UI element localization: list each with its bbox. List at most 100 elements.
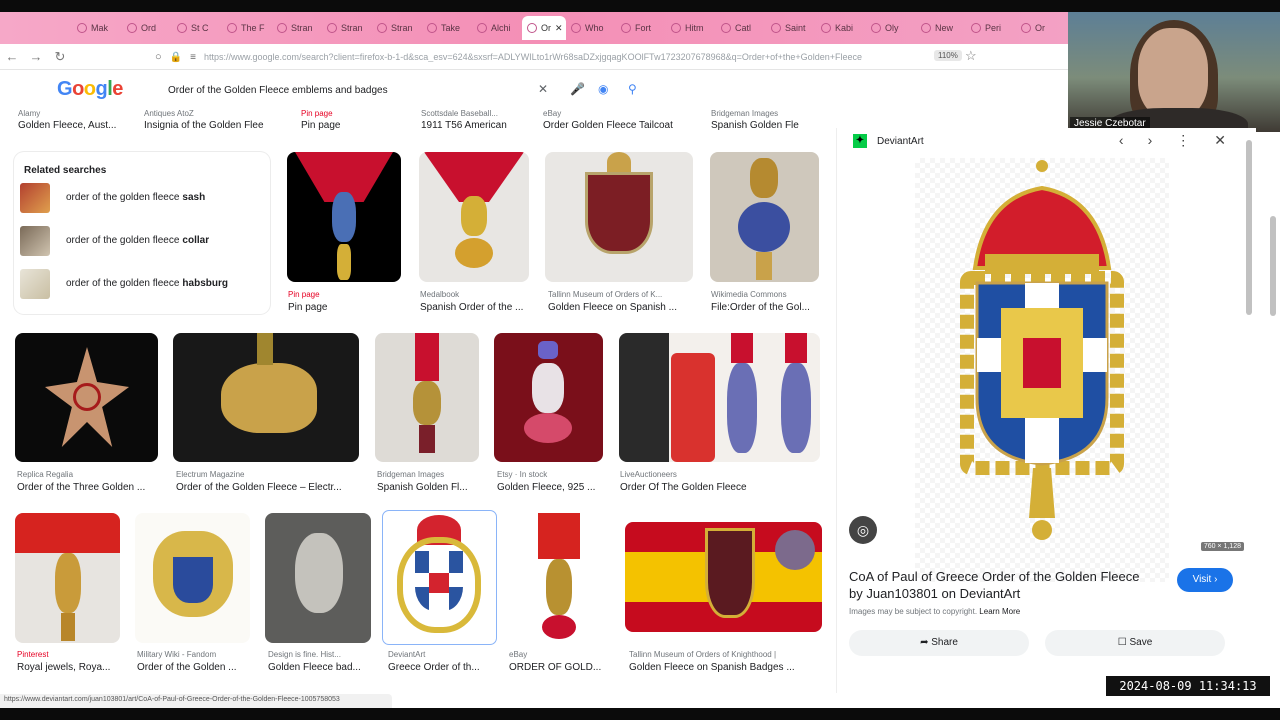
tab-strip: Mak Ord St C The F Stran Stran Stran Take Alchi O… [0, 12, 1070, 44]
result-caption[interactable]: Replica Regalia Order of the Three Golden… [17, 470, 162, 493]
tab-12[interactable]: Hitm [666, 16, 716, 40]
result-caption[interactable]: Tallinn Museum of Orders of Knighthood |… [629, 650, 829, 673]
visit-button[interactable]: Visit › [1177, 568, 1233, 592]
result-caption[interactable]: Medalbook Spanish Order of the ... [420, 290, 540, 313]
result-caption[interactable]: Tallinn Museum of Orders of K... Golden F… [548, 290, 693, 313]
visual-search-icon[interactable]: ◎ [849, 516, 877, 544]
tab-19[interactable]: Or [1016, 16, 1066, 40]
result-caption[interactable]: Military Wiki - Fandom Order of the Golde… [137, 650, 252, 673]
more-options-icon[interactable]: ⋮ [1176, 132, 1190, 149]
tab-5[interactable]: Stran [322, 16, 372, 40]
result-image[interactable] [419, 152, 529, 282]
tab-15[interactable]: Kabi [816, 16, 866, 40]
microphone-icon[interactable]: 🎤 [570, 82, 585, 96]
result-image[interactable] [173, 333, 359, 462]
clear-icon[interactable]: ✕ [538, 82, 548, 96]
zoom-level[interactable]: 110% [934, 50, 962, 61]
preview-title[interactable]: CoA of Paul of Greece Order of the Golde… [849, 568, 1149, 602]
image-preview-panel: ✦ DeviantArt ‹ › ⋮ ✕ ◎ 760 × 1,128 CoA o… [836, 128, 1256, 693]
result-caption[interactable]: Design is fine. Hist... Golden Fleece bad… [268, 650, 376, 673]
share-icon: ➦ [920, 637, 929, 648]
result-image[interactable] [287, 152, 401, 282]
result-image[interactable] [619, 333, 820, 462]
next-icon[interactable]: › [1148, 132, 1153, 149]
tab-6[interactable]: Stran [372, 16, 422, 40]
result-caption[interactable]: Etsy · In stock Golden Fleece, 925 ... [497, 470, 607, 493]
tab-favicon-icon [327, 23, 337, 33]
save-button[interactable]: ☐ Save [1045, 630, 1225, 656]
result-caption[interactable]: LiveAuctioneers Order Of The Golden Fleec… [620, 470, 820, 493]
result-caption[interactable]: DeviantArt Greece Order of th... [388, 650, 494, 673]
tab-0[interactable]: Mak [72, 16, 122, 40]
tab-8[interactable]: Alchi [472, 16, 522, 40]
result-caption[interactable]: Pin page Pin page [288, 290, 408, 313]
tab-3[interactable]: The F [222, 16, 272, 40]
tab-14[interactable]: Saint [766, 16, 816, 40]
result-image[interactable] [135, 513, 250, 643]
panel-source[interactable]: ✦ DeviantArt [853, 134, 924, 148]
lock-icon[interactable]: 🔒 [170, 52, 182, 63]
result-image[interactable] [375, 333, 479, 462]
bottom-band [0, 708, 1280, 720]
shield-icon[interactable]: ○ [155, 51, 162, 63]
preview-image[interactable] [915, 158, 1169, 582]
page-scrollbar[interactable] [1270, 216, 1276, 316]
result-item[interactable]: Bridgeman Images Spanish Golden Fle [711, 109, 799, 131]
tab-13[interactable]: Catl [716, 16, 766, 40]
tab-label: Kabi [835, 23, 854, 33]
result-image[interactable] [625, 522, 822, 632]
tab-favicon-icon [721, 23, 731, 33]
google-logo[interactable]: Google [57, 78, 123, 101]
result-caption[interactable]: Pinterest Royal jewels, Roya... [17, 650, 122, 673]
result-image[interactable] [508, 513, 610, 643]
panel-scrollbar[interactable] [1246, 140, 1252, 315]
result-caption[interactable]: eBay ORDER OF GOLD... [509, 650, 613, 673]
tab-17[interactable]: New [916, 16, 966, 40]
reload-icon[interactable]: ↻ [48, 49, 72, 65]
share-button[interactable]: ➦ Share [849, 630, 1029, 656]
related-item-sash[interactable]: order of the golden fleece sash [14, 176, 270, 219]
tab-4[interactable]: Stran [272, 16, 322, 40]
tab-favicon-icon [377, 23, 387, 33]
tab-favicon-icon [921, 23, 931, 33]
search-icon[interactable]: ⚲ [628, 82, 637, 96]
result-image[interactable] [265, 513, 371, 643]
tab-16[interactable]: Oly [866, 16, 916, 40]
back-icon[interactable]: ← [0, 49, 24, 64]
tab-close-icon[interactable]: ✕ [555, 23, 563, 34]
learn-more-link[interactable]: Learn More [979, 607, 1020, 616]
result-item[interactable]: Scottsdale Baseball... 1911 T56 American [421, 109, 507, 131]
bookmark-star-icon[interactable]: ☆ [965, 48, 977, 64]
result-item[interactable]: Antiques AtoZ Insignia of the Golden Flee [144, 109, 264, 131]
result-image[interactable] [15, 333, 158, 462]
result-image[interactable] [545, 152, 693, 282]
result-image-selected[interactable] [382, 510, 497, 645]
tab-7[interactable]: Take [422, 16, 472, 40]
permissions-icon[interactable]: ≡ [190, 52, 196, 63]
url-text[interactable]: https://www.google.com/search?client=fir… [204, 52, 904, 62]
tab-10[interactable]: Who [566, 16, 616, 40]
forward-icon[interactable]: → [24, 49, 48, 64]
result-caption[interactable]: Electrum Magazine Order of the Golden Fle… [176, 470, 361, 493]
tab-2[interactable]: St C [172, 16, 222, 40]
close-icon[interactable]: ✕ [1214, 132, 1226, 149]
related-item-collar[interactable]: order of the golden fleece collar [14, 219, 270, 262]
result-image[interactable] [710, 152, 819, 282]
address-bar[interactable]: ○ 🔒 ≡ https://www.google.com/search?clie… [155, 47, 945, 67]
search-query[interactable]: Order of the Golden Fleece emblems and b… [168, 85, 388, 96]
tab-favicon-icon [227, 23, 237, 33]
tab-18[interactable]: Peri [966, 16, 1016, 40]
previous-icon[interactable]: ‹ [1119, 132, 1124, 149]
lens-icon[interactable]: ◉ [598, 82, 608, 96]
result-item[interactable]: Pin page Pin page [301, 109, 340, 131]
result-caption[interactable]: Wikimedia Commons File:Order of the Gol..… [711, 290, 826, 313]
result-item[interactable]: eBay Order Golden Fleece Tailcoat [543, 109, 673, 131]
tab-11[interactable]: Fort [616, 16, 666, 40]
tab-9[interactable]: Or ✕ [522, 16, 566, 40]
tab-1[interactable]: Ord [122, 16, 172, 40]
result-image[interactable] [494, 333, 603, 462]
result-caption[interactable]: Bridgeman Images Spanish Golden Fl... [377, 470, 483, 493]
result-item[interactable]: Alamy Golden Fleece, Aust... [18, 109, 116, 131]
related-item-habsburg[interactable]: order of the golden fleece habsburg [14, 262, 270, 305]
result-image[interactable] [15, 513, 120, 643]
